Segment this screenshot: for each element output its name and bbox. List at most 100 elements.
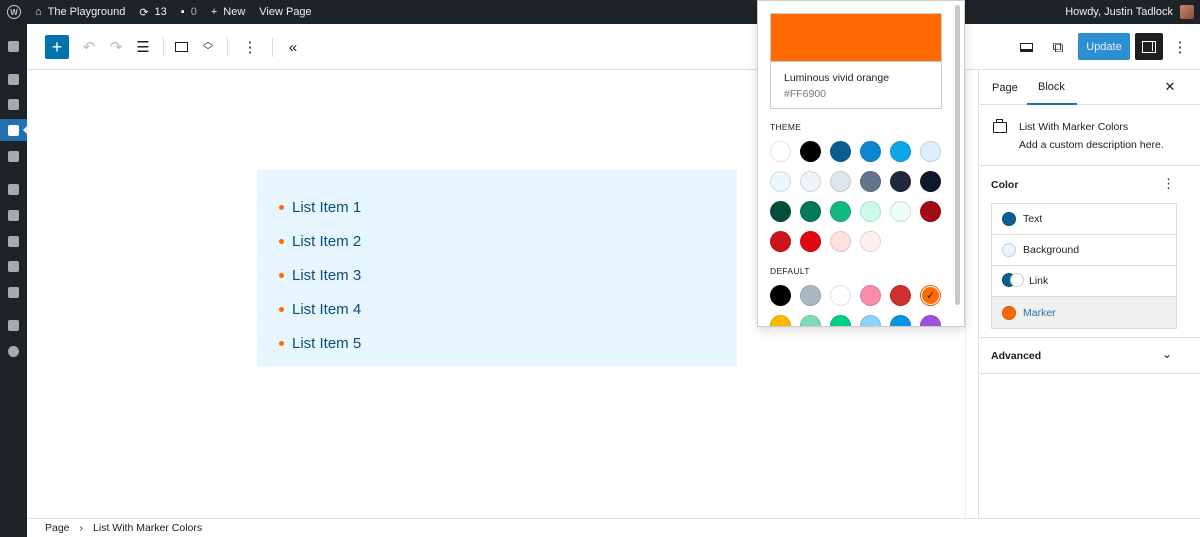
color-option[interactable]	[770, 171, 791, 192]
menu-plugins[interactable]	[0, 204, 27, 226]
updates-link[interactable]: ⟳ 13	[132, 0, 173, 24]
preview-button[interactable]	[1012, 33, 1040, 61]
color-option[interactable]: ✓	[920, 285, 941, 306]
color-option[interactable]	[890, 315, 911, 326]
update-button[interactable]: Update	[1078, 33, 1130, 60]
color-item-background[interactable]: Background	[992, 235, 1176, 266]
menu-comments[interactable]	[0, 145, 27, 167]
list-view-button[interactable]: ☰	[129, 33, 157, 61]
breadcrumb-page[interactable]: Page	[45, 522, 70, 534]
color-option[interactable]	[860, 315, 881, 326]
color-option[interactable]	[770, 315, 791, 326]
list-item[interactable]: List Item 1	[279, 190, 361, 224]
list-item[interactable]: List Item 3	[279, 258, 361, 292]
play-circle-icon	[8, 345, 19, 357]
site-name-link[interactable]: ⌂ The Playground	[28, 0, 132, 24]
breadcrumb: Page › List With Marker Colors	[27, 518, 1200, 537]
popover-scrollbar[interactable]	[954, 3, 962, 323]
list-item[interactable]: List Item 4	[279, 292, 361, 326]
color-option[interactable]	[890, 285, 911, 306]
canvas-scrollbar[interactable]	[965, 70, 978, 518]
advanced-panel-toggle[interactable]: Advanced ⌄	[979, 338, 1200, 374]
color-swatch	[1002, 212, 1016, 226]
color-option[interactable]	[920, 171, 941, 192]
color-option[interactable]	[770, 231, 791, 252]
block-options-button[interactable]: ⋮	[236, 33, 264, 61]
color-option[interactable]	[830, 201, 851, 222]
list-block[interactable]: List Item 1 List Item 2 List Item 3 List…	[257, 170, 737, 366]
color-option[interactable]	[860, 171, 881, 192]
menu-pages[interactable]	[0, 119, 28, 141]
color-item-text[interactable]: Text	[992, 204, 1176, 235]
comments-link[interactable]: ▪ 0	[174, 0, 204, 24]
color-option[interactable]	[860, 231, 881, 252]
new-content-link[interactable]: + New	[204, 0, 252, 24]
color-option[interactable]	[860, 285, 881, 306]
color-option[interactable]	[830, 231, 851, 252]
menu-dashboard[interactable]	[0, 35, 27, 57]
menu-settings[interactable]	[0, 281, 27, 303]
color-item-link[interactable]: Link	[992, 266, 1176, 297]
color-option[interactable]	[920, 315, 941, 326]
color-option[interactable]	[770, 141, 791, 162]
menu-media[interactable]	[0, 93, 27, 115]
avatar	[1180, 5, 1194, 19]
list-item[interactable]: List Item 2	[279, 224, 361, 258]
move-block-button[interactable]: ︿ ﹀	[194, 33, 222, 61]
toolbar-divider	[227, 37, 228, 57]
close-sidebar-button[interactable]: ✕	[1162, 79, 1178, 95]
color-preview[interactable]: Luminous vivid orange #FF6900	[770, 13, 942, 109]
color-option[interactable]	[890, 171, 911, 192]
color-option[interactable]	[770, 285, 791, 306]
editor-toolbar: + ↶ ↷ ☰ ︿ ﹀ ⋮ « ⧉ Update ⋮	[27, 24, 1200, 70]
color-panel: Color ⋮ Text Background Link Marker	[979, 166, 1200, 338]
menu-posts[interactable]	[0, 68, 27, 90]
color-options-button[interactable]: ⋮	[1162, 176, 1175, 192]
color-option[interactable]	[860, 201, 881, 222]
color-option[interactable]	[800, 285, 821, 306]
color-option[interactable]	[770, 201, 791, 222]
block-type-button[interactable]	[167, 33, 195, 61]
scrollbar-thumb[interactable]	[955, 5, 960, 305]
menu-appearance[interactable]	[0, 178, 27, 200]
color-option[interactable]	[800, 231, 821, 252]
account-menu[interactable]: Howdy, Justin Tadlock	[1065, 0, 1194, 24]
tab-page[interactable]: Page	[992, 70, 1018, 105]
color-option[interactable]	[920, 141, 941, 162]
collapse-toolbar-button[interactable]: «	[279, 33, 307, 61]
menu-collapse[interactable]	[0, 340, 27, 362]
options-button[interactable]: ⋮	[1166, 33, 1194, 61]
block-pattern-icon	[993, 119, 1007, 133]
add-block-button[interactable]: +	[45, 35, 69, 59]
breadcrumb-block[interactable]: List With Marker Colors	[93, 522, 202, 534]
more-vertical-icon: ⋮	[1162, 176, 1175, 191]
undo-button[interactable]: ↶	[75, 33, 103, 61]
color-option[interactable]	[830, 315, 851, 326]
menu-users[interactable]	[0, 230, 27, 252]
view-page-link[interactable]: View Page	[252, 0, 318, 24]
view-post-button[interactable]: ⧉	[1044, 33, 1072, 61]
redo-button[interactable]: ↷	[102, 33, 130, 61]
list-item-text: List Item 5	[292, 334, 362, 352]
color-option[interactable]	[920, 201, 941, 222]
color-item-marker[interactable]: Marker	[992, 297, 1176, 328]
color-option[interactable]	[830, 141, 851, 162]
color-option[interactable]	[800, 315, 821, 326]
menu-custom[interactable]	[0, 314, 27, 336]
block-description: Add a custom description here.	[1019, 139, 1164, 151]
color-option[interactable]	[830, 171, 851, 192]
menu-tools[interactable]	[0, 255, 27, 277]
color-option[interactable]	[800, 171, 821, 192]
list-marker	[279, 272, 284, 278]
color-option[interactable]	[890, 141, 911, 162]
color-option[interactable]	[830, 285, 851, 306]
tab-block[interactable]: Block	[1027, 70, 1077, 105]
color-option[interactable]	[800, 141, 821, 162]
color-option[interactable]	[800, 201, 821, 222]
wordpress-logo-menu[interactable]: W	[0, 0, 28, 24]
updates-count: 13	[154, 6, 167, 18]
list-item[interactable]: List Item 5	[279, 326, 361, 360]
settings-button[interactable]	[1135, 33, 1163, 60]
color-option[interactable]	[890, 201, 911, 222]
color-option[interactable]	[860, 141, 881, 162]
